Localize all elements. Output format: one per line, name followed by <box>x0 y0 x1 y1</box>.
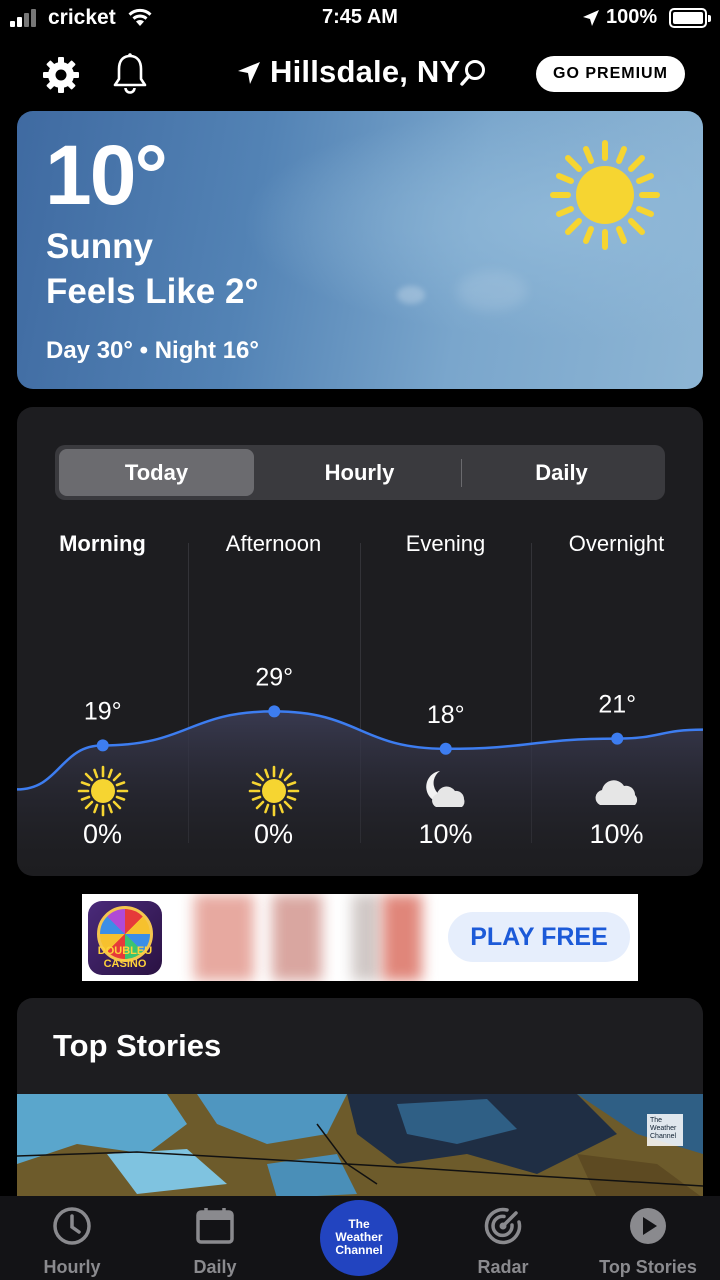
tabbar-label: Top Stories <box>599 1257 697 1277</box>
go-premium-button[interactable]: GO PREMIUM <box>536 56 685 92</box>
sun-icon <box>248 765 300 817</box>
sun-icon <box>77 765 129 817</box>
tab-today[interactable]: Today <box>59 449 254 496</box>
current-conditions-card[interactable]: 10° Sunny Feels Like 2° Day 30° • Night … <box>17 111 703 389</box>
battery-percent: 100% <box>606 6 658 28</box>
tab-hourly[interactable]: Hourly <box>258 449 461 496</box>
precip-chance: 10% <box>589 819 644 849</box>
tabbar-label: Daily <box>193 1257 237 1277</box>
temperature-point <box>439 742 452 755</box>
temperature-point <box>268 705 281 718</box>
app-header: Hillsdale, NY GO PREMIUM <box>0 48 720 100</box>
precip-chance: 0% <box>82 819 123 849</box>
tab-daily[interactable]: Daily <box>462 449 661 496</box>
period-cell-evening: 10% <box>360 763 531 853</box>
weather-channel-home-button[interactable]: The Weather Channel <box>320 1200 398 1276</box>
tabbar-label: Radar <box>477 1257 529 1277</box>
ad-banner[interactable]: DOUBLEU CASINO PLAY FREE <box>82 894 638 981</box>
clock-icon <box>53 1207 91 1245</box>
forecast-tabs: Today Hourly Daily <box>55 445 665 500</box>
settings-gear-icon[interactable] <box>40 54 82 96</box>
precip-chance: 10% <box>418 819 473 849</box>
period-temperature: 19° <box>84 697 122 725</box>
period-cell-overnight: 10% <box>531 763 702 853</box>
play-free-button[interactable]: PLAY FREE <box>448 912 630 962</box>
ad-logo-text: DOUBLEU <box>97 945 153 957</box>
top-stories-card: Top Stories The Weather Channel <box>17 998 703 1198</box>
forecast-card: Today Hourly Daily Morning Afternoon Eve… <box>17 407 703 876</box>
bottom-tab-bar: Hourly Daily The Weather Channel Radar T… <box>0 1196 720 1280</box>
story-radar-map-image[interactable]: The Weather Channel <box>17 1094 703 1198</box>
cloud-icon <box>595 780 638 805</box>
calendar-icon <box>196 1208 234 1244</box>
play-icon <box>630 1208 666 1244</box>
ad-blurred-image <box>272 894 322 981</box>
twc-logo-text: Channel <box>335 1243 383 1257</box>
precip-chance: 0% <box>253 819 294 849</box>
temperature-point <box>611 732 624 745</box>
sun-icon <box>550 140 660 250</box>
tabbar-item-daily[interactable]: Daily <box>143 1196 287 1280</box>
weather-channel-badge: The Weather Channel <box>647 1114 683 1146</box>
top-stories-title: Top Stories <box>53 1028 222 1063</box>
period-evening[interactable]: Evening <box>360 531 531 557</box>
casino-logo: DOUBLEU CASINO <box>88 901 162 975</box>
period-afternoon[interactable]: Afternoon <box>188 531 359 557</box>
location-services-icon <box>583 10 599 26</box>
ad-blurred-image <box>194 894 254 981</box>
period-morning[interactable]: Morning <box>17 531 188 557</box>
period-cell-afternoon: 0% <box>188 763 359 853</box>
temperature-point <box>96 739 109 752</box>
location-arrow-icon[interactable] <box>236 60 262 86</box>
search-icon[interactable] <box>458 58 488 88</box>
period-overnight[interactable]: Overnight <box>531 531 702 557</box>
period-temperature: 29° <box>255 663 293 691</box>
current-condition: Sunny <box>46 227 153 266</box>
tabbar-item-top-stories[interactable]: Top Stories <box>576 1196 720 1280</box>
moon-cloud-icon <box>426 771 465 807</box>
day-night-temps: Day 30° • Night 16° <box>46 337 259 364</box>
location-name[interactable]: Hillsdale, NY <box>270 54 460 90</box>
radar-icon <box>484 1207 522 1245</box>
ad-blurred-image <box>382 894 422 981</box>
notifications-bell-icon[interactable] <box>110 52 150 96</box>
radar-map-graphic <box>17 1094 703 1198</box>
tabbar-item-hourly[interactable]: Hourly <box>0 1196 144 1280</box>
ad-blurred-image <box>352 894 380 981</box>
period-temperature: 18° <box>427 701 465 729</box>
period-temperature: 21° <box>598 691 636 719</box>
status-bar: cricket 7:45 AM 100% <box>0 0 720 36</box>
feels-like: Feels Like 2° <box>46 272 259 311</box>
current-temperature: 10° <box>45 128 168 222</box>
battery-icon <box>669 8 711 28</box>
period-cell-morning: 0% <box>17 763 188 853</box>
tabbar-item-radar[interactable]: Radar <box>431 1196 575 1280</box>
ad-logo-text: CASINO <box>103 958 147 970</box>
tabbar-label: Hourly <box>43 1257 101 1277</box>
